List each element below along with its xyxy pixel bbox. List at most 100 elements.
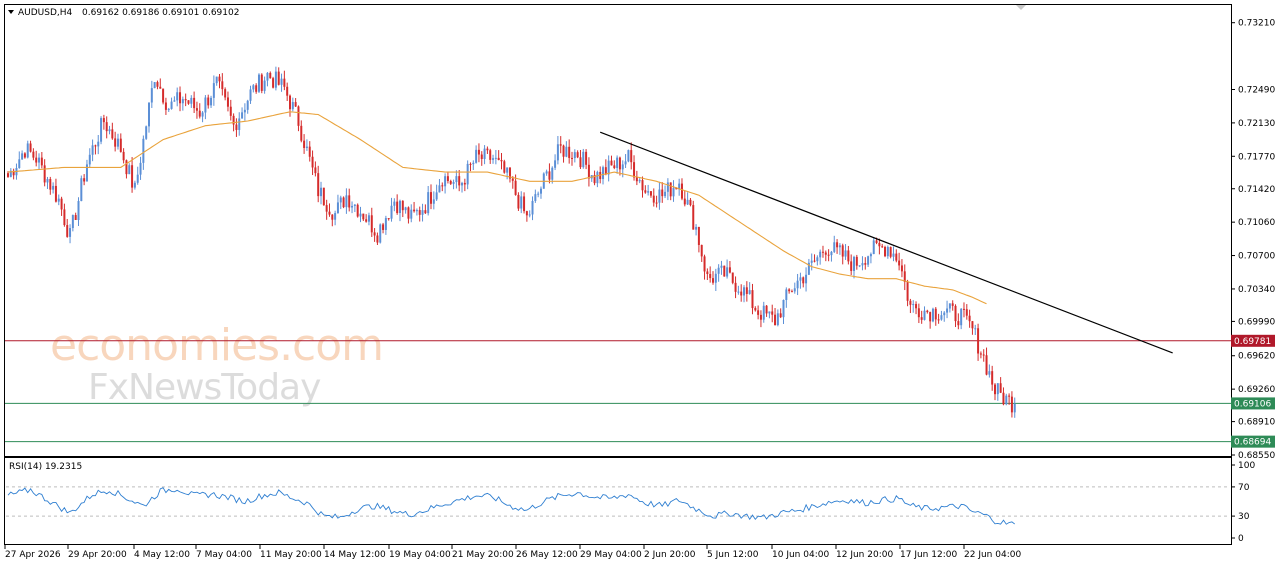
- candle-body: [771, 311, 774, 315]
- candle-body: [300, 125, 303, 141]
- time-tick-label: 14 May 12:00: [324, 550, 386, 560]
- candle-body: [500, 160, 503, 162]
- candle-body: [537, 193, 540, 195]
- rsi-tick-label: 0: [1238, 534, 1244, 544]
- candle-body: [1008, 395, 1011, 397]
- candle-body: [376, 235, 379, 243]
- candle-body: [931, 308, 934, 322]
- candle-body: [898, 260, 901, 266]
- candle-body: [833, 242, 836, 252]
- candle-body: [277, 71, 280, 85]
- candle-body: [362, 213, 365, 220]
- candle-body: [968, 315, 971, 322]
- candle-body: [263, 80, 266, 91]
- candle-body: [139, 162, 142, 175]
- candle-body: [328, 211, 331, 215]
- rsi-label: RSI(14) 19.2315: [9, 462, 82, 472]
- candle-body: [757, 310, 760, 315]
- candle-body: [7, 173, 9, 177]
- candle-body: [438, 185, 441, 193]
- candle-body: [517, 194, 520, 209]
- candle-body: [432, 199, 435, 204]
- candle-body: [743, 287, 746, 296]
- candle-body: [410, 209, 413, 219]
- candle-body: [641, 180, 644, 191]
- candle-body: [520, 196, 523, 209]
- candle-body: [850, 261, 853, 271]
- candle-body: [401, 200, 404, 211]
- support-level-label: 0.68694: [1234, 438, 1271, 448]
- candle-body: [413, 209, 416, 212]
- candle-body: [114, 138, 117, 147]
- candle-body: [680, 183, 683, 199]
- candle-body: [633, 162, 636, 178]
- candle-body: [218, 76, 221, 82]
- candle-body: [441, 185, 444, 187]
- candle-body: [545, 171, 548, 174]
- candle-body: [929, 312, 932, 322]
- candle-body: [367, 215, 370, 222]
- candle-body: [1002, 392, 1005, 405]
- candle-body: [492, 158, 495, 160]
- candle-body: [38, 157, 41, 163]
- candle-body: [455, 176, 458, 183]
- candle-body: [765, 305, 768, 314]
- candle-body: [382, 224, 385, 230]
- candle-body: [365, 219, 368, 222]
- candle-body: [249, 89, 252, 101]
- candle-body: [785, 289, 788, 300]
- candle-body: [52, 185, 55, 190]
- candle-body: [892, 253, 895, 257]
- candle-body: [695, 226, 698, 230]
- candle-body: [940, 315, 943, 320]
- candle-body: [799, 277, 802, 281]
- candle-body: [602, 167, 605, 180]
- candle-body: [943, 312, 946, 316]
- candle-body: [635, 177, 638, 182]
- candle-body: [587, 164, 590, 179]
- candle-body: [740, 291, 743, 296]
- candle-body: [314, 167, 317, 174]
- candle-body: [164, 102, 167, 110]
- candle-body: [396, 201, 399, 214]
- candle-body: [446, 176, 449, 182]
- candle-body: [339, 197, 342, 203]
- candle-body: [728, 267, 731, 273]
- candle-body: [607, 160, 610, 175]
- candle-body: [655, 202, 658, 204]
- candle-body: [317, 173, 320, 197]
- candle-body: [915, 304, 918, 309]
- candle-body: [46, 179, 49, 183]
- candle-body: [506, 167, 509, 173]
- candle-body: [709, 273, 712, 279]
- rsi-tick-label: 70: [1238, 483, 1250, 493]
- candle-body: [274, 71, 277, 88]
- candle-body: [393, 201, 396, 206]
- candle-body: [900, 265, 903, 272]
- candle-body: [644, 190, 647, 193]
- candle-body: [881, 246, 884, 248]
- candle-body: [153, 82, 156, 89]
- candle-body: [872, 240, 875, 255]
- candle-body: [252, 85, 255, 90]
- candle-body: [241, 112, 244, 119]
- candle-body: [497, 157, 500, 161]
- candle-body: [720, 265, 723, 268]
- candle-body: [108, 129, 111, 132]
- candle-body: [816, 257, 819, 262]
- candle-body: [215, 76, 218, 84]
- candle-body: [195, 108, 198, 111]
- candle-body: [232, 115, 235, 125]
- candle-body: [669, 182, 672, 197]
- candle-body: [297, 106, 300, 126]
- rsi-tick-label: 30: [1238, 512, 1250, 522]
- candle-body: [562, 145, 565, 157]
- price-tick-label: 0.70700: [1238, 252, 1275, 262]
- candle-body: [534, 194, 537, 201]
- candle-body: [373, 232, 376, 236]
- candle-body: [630, 150, 633, 163]
- candle-body: [596, 171, 599, 184]
- resistance-level-label: 0.69781: [1234, 337, 1271, 347]
- candle-body: [390, 205, 393, 219]
- price-tick-label: 0.69260: [1238, 385, 1275, 395]
